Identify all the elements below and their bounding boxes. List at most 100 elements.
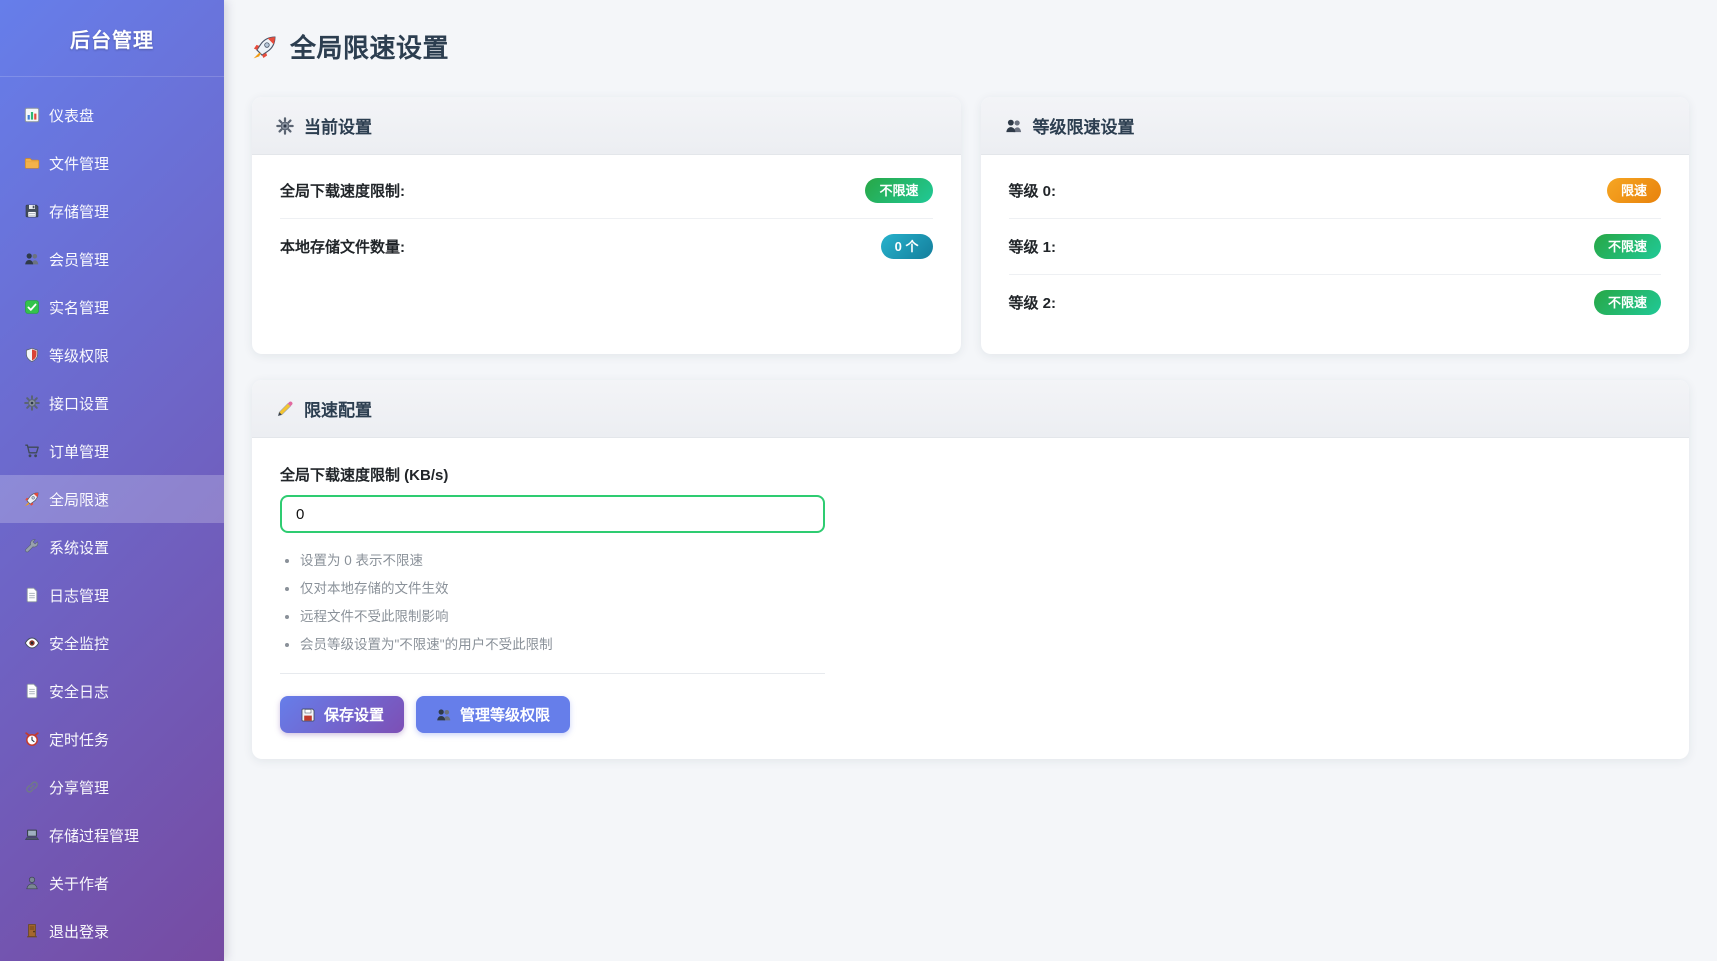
note-item: 设置为 0 表示不限速 [300, 549, 825, 569]
sidebar-item-global-speed-limit[interactable]: 全局限速 [0, 475, 224, 523]
current-settings-body: 全局下载速度限制: 不限速 本地存储文件数量: 0 个 [252, 155, 961, 298]
summary-cards-row: 当前设置 全局下载速度限制: 不限速 本地存储文件数量: 0 个 等级限速设置 [252, 97, 1689, 354]
card-title: 当前设置 [304, 113, 372, 138]
sidebar-item-members[interactable]: 会员管理 [0, 235, 224, 283]
person-icon [24, 875, 40, 891]
sidebar-item-label: 会员管理 [49, 249, 109, 270]
sidebar-item-level-permissions[interactable]: 等级权限 [0, 331, 224, 379]
level-settings-header: 等级限速设置 [981, 97, 1690, 155]
sidebar-item-label: 仪表盘 [49, 105, 94, 126]
info-row-local-file-count: 本地存储文件数量: 0 个 [280, 219, 933, 274]
status-badge: 限速 [1607, 178, 1661, 203]
sidebar-item-label: 存储管理 [49, 201, 109, 222]
bar-chart-icon [24, 107, 40, 123]
check-box-icon [24, 299, 40, 315]
button-row: 保存设置 管理等级权限 [280, 696, 1661, 733]
page-header: 全局限速设置 [252, 28, 1689, 65]
users-icon [1005, 117, 1023, 135]
sidebar-nav: 仪表盘 文件管理 存储管理 会员管理 实名管理 等级权限 接口设置 订单管理 全… [0, 77, 224, 955]
users-icon [24, 251, 40, 267]
sidebar-item-share-management[interactable]: 分享管理 [0, 763, 224, 811]
note-item: 会员等级设置为"不限速"的用户不受此限制 [300, 633, 825, 653]
sidebar-item-security-monitor[interactable]: 安全监控 [0, 619, 224, 667]
current-settings-card: 当前设置 全局下载速度限制: 不限速 本地存储文件数量: 0 个 [252, 97, 961, 354]
shopping-cart-icon [24, 443, 40, 459]
sidebar-item-api-settings[interactable]: 接口设置 [0, 379, 224, 427]
info-row-level-2: 等级 2: 不限速 [1009, 275, 1662, 330]
sidebar-item-logout[interactable]: 退出登录 [0, 907, 224, 955]
sidebar-item-label: 安全监控 [49, 633, 109, 654]
sidebar-item-scheduled-tasks[interactable]: 定时任务 [0, 715, 224, 763]
document-icon [24, 683, 40, 699]
sidebar-item-label: 等级权限 [49, 345, 109, 366]
info-row-level-0: 等级 0: 限速 [1009, 163, 1662, 219]
sidebar-item-label: 分享管理 [49, 777, 109, 798]
wrench-icon [24, 539, 40, 555]
info-row-global-speed: 全局下载速度限制: 不限速 [280, 163, 933, 219]
sidebar-item-orders[interactable]: 订单管理 [0, 427, 224, 475]
rocket-icon [24, 491, 40, 507]
sidebar-item-dashboard[interactable]: 仪表盘 [0, 91, 224, 139]
button-label: 保存设置 [324, 704, 384, 725]
sidebar-item-label: 接口设置 [49, 393, 109, 414]
sidebar-item-label: 退出登录 [49, 921, 109, 942]
info-label: 等级 1: [1009, 236, 1057, 257]
divider [280, 673, 825, 674]
laptop-icon [24, 827, 40, 843]
level-settings-card: 等级限速设置 等级 0: 限速 等级 1: 不限速 等级 2: 不限速 [981, 97, 1690, 354]
page-title: 全局限速设置 [290, 28, 449, 65]
info-label: 等级 0: [1009, 180, 1057, 201]
sidebar-item-label: 实名管理 [49, 297, 109, 318]
sidebar-item-realname[interactable]: 实名管理 [0, 283, 224, 331]
pencil-icon [276, 400, 294, 418]
floppy-disk-icon [300, 707, 316, 723]
floppy-disk-icon [24, 203, 40, 219]
eye-icon [24, 635, 40, 651]
card-title: 限速配置 [304, 396, 372, 421]
folder-icon [24, 155, 40, 171]
save-settings-button[interactable]: 保存设置 [280, 696, 404, 733]
info-label: 本地存储文件数量: [280, 236, 405, 257]
sidebar-item-label: 文件管理 [49, 153, 109, 174]
note-item: 远程文件不受此限制影响 [300, 605, 825, 625]
speed-limit-input[interactable] [280, 495, 825, 533]
status-badge: 不限速 [1594, 290, 1661, 315]
config-header: 限速配置 [252, 380, 1689, 438]
gear-icon [276, 117, 294, 135]
notes-list: 设置为 0 表示不限速 仅对本地存储的文件生效 远程文件不受此限制影响 会员等级… [280, 549, 825, 653]
door-icon [24, 923, 40, 939]
link-icon [24, 779, 40, 795]
sidebar-item-about-author[interactable]: 关于作者 [0, 859, 224, 907]
main-content: 全局限速设置 当前设置 全局下载速度限制: 不限速 本地存储文件数量: 0 个 [224, 0, 1717, 961]
sidebar-item-security-logs[interactable]: 安全日志 [0, 667, 224, 715]
count-badge: 0 个 [881, 234, 933, 259]
sidebar-item-label: 订单管理 [49, 441, 109, 462]
app-title: 后台管理 [0, 0, 224, 77]
note-item: 仅对本地存储的文件生效 [300, 577, 825, 597]
gear-icon [24, 395, 40, 411]
sidebar-item-label: 关于作者 [49, 873, 109, 894]
sidebar-item-label: 安全日志 [49, 681, 109, 702]
sidebar-item-label: 定时任务 [49, 729, 109, 750]
sidebar-item-label: 存储过程管理 [49, 825, 139, 846]
status-badge: 不限速 [865, 178, 932, 203]
config-body: 全局下载速度限制 (KB/s) 设置为 0 表示不限速 仅对本地存储的文件生效 … [252, 438, 1689, 759]
shield-icon [24, 347, 40, 363]
sidebar-item-files[interactable]: 文件管理 [0, 139, 224, 187]
button-label: 管理等级权限 [460, 704, 550, 725]
manage-level-permissions-button[interactable]: 管理等级权限 [416, 696, 570, 733]
sidebar: 后台管理 仪表盘 文件管理 存储管理 会员管理 实名管理 等级权限 接口设置 订… [0, 0, 224, 961]
alarm-clock-icon [24, 731, 40, 747]
sidebar-item-system-settings[interactable]: 系统设置 [0, 523, 224, 571]
current-settings-header: 当前设置 [252, 97, 961, 155]
sidebar-item-storage[interactable]: 存储管理 [0, 187, 224, 235]
info-label: 全局下载速度限制: [280, 180, 405, 201]
info-label: 等级 2: [1009, 292, 1057, 313]
level-settings-body: 等级 0: 限速 等级 1: 不限速 等级 2: 不限速 [981, 155, 1690, 354]
sidebar-item-stored-procedures[interactable]: 存储过程管理 [0, 811, 224, 859]
speed-limit-label: 全局下载速度限制 (KB/s) [280, 464, 1661, 485]
sidebar-item-label: 系统设置 [49, 537, 109, 558]
speed-limit-config-card: 限速配置 全局下载速度限制 (KB/s) 设置为 0 表示不限速 仅对本地存储的… [252, 380, 1689, 759]
document-icon [24, 587, 40, 603]
sidebar-item-logs[interactable]: 日志管理 [0, 571, 224, 619]
